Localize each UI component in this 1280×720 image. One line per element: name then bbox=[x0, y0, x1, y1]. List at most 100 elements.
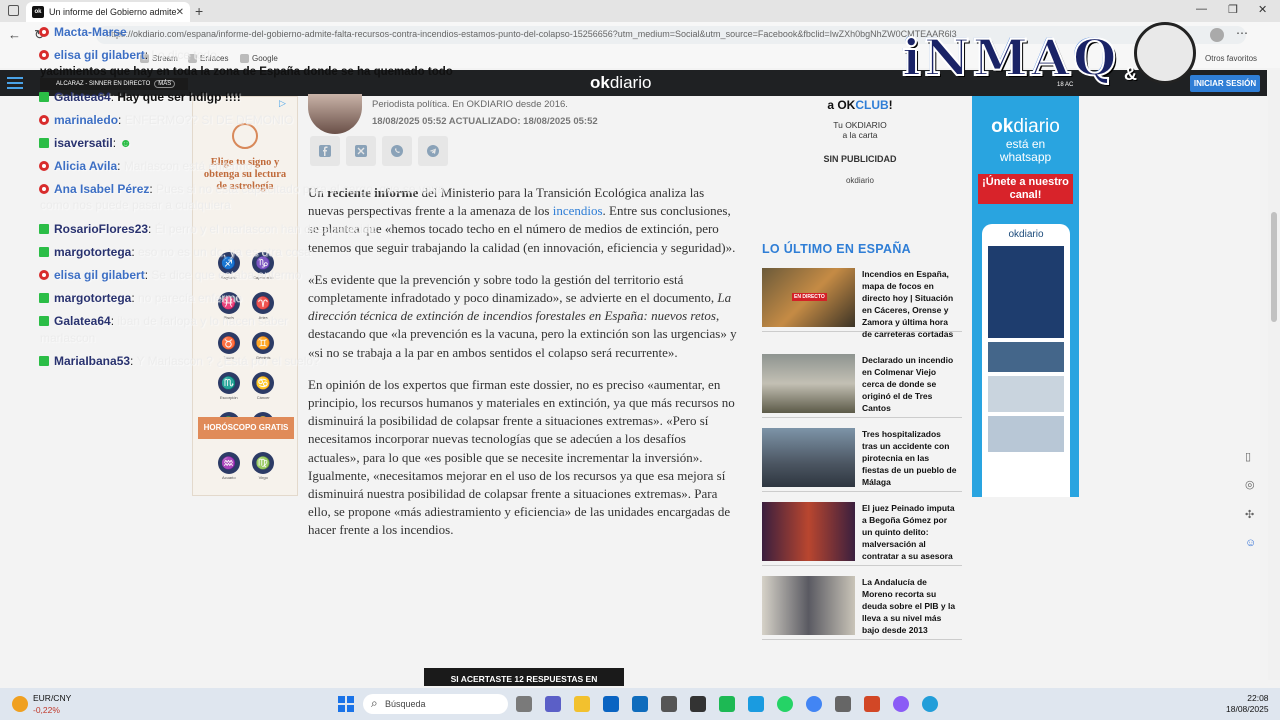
zodiac-sign[interactable]: ♍ Virgo bbox=[248, 452, 278, 492]
app-icon[interactable] bbox=[690, 696, 706, 712]
copilot-icon[interactable]: ◎ bbox=[1245, 478, 1255, 491]
edge-icon[interactable] bbox=[748, 696, 764, 712]
app-icon[interactable] bbox=[893, 696, 909, 712]
youtube-badge-icon bbox=[39, 50, 49, 60]
chat-message: Alicia Avila: Marlascon está enfermo bbox=[39, 159, 253, 173]
phone-image bbox=[988, 376, 1064, 412]
mail-icon[interactable] bbox=[603, 696, 619, 712]
news-headline[interactable]: Tres hospitalizados tras un accidente co… bbox=[862, 428, 958, 488]
telegram-app-icon[interactable] bbox=[922, 696, 938, 712]
chat-message: elisa gil gilabert: Lo dice todo bbox=[39, 48, 217, 62]
chat-message: RosarioFlores23: Él perro y el marlascon… bbox=[39, 222, 376, 236]
stream-title-bar[interactable]: ALCARAZ - SINNER EN DIRECTO MÁS bbox=[40, 78, 188, 90]
chat-message: margotortega: no parecía enfermo bbox=[39, 291, 242, 305]
okclub-sub2: a la carta bbox=[842, 130, 878, 140]
wa-ad-line3: whatsapp bbox=[999, 150, 1052, 164]
app-icon[interactable] bbox=[719, 696, 735, 712]
task-view-icon[interactable] bbox=[516, 696, 532, 712]
chat-message: marinaledo: ENFERMO?? SI DE DEMONIO bbox=[39, 113, 293, 127]
chrome-icon[interactable] bbox=[806, 696, 822, 712]
news-thumbnail[interactable]: EN DIRECTO bbox=[762, 268, 855, 327]
taskbar-search[interactable]: Búsqueda bbox=[363, 693, 508, 714]
news-item[interactable]: Declarado un incendio en Colmenar Viejo … bbox=[762, 354, 962, 418]
youtube-badge-icon bbox=[39, 115, 49, 125]
virgo-icon: ♍ bbox=[252, 452, 275, 474]
page-scrollbar[interactable] bbox=[1268, 70, 1280, 680]
whatsapp-app-icon[interactable] bbox=[777, 696, 793, 712]
news-thumbnail[interactable] bbox=[762, 576, 855, 635]
free-horoscope-button[interactable]: HORÓSCOPO GRATIS bbox=[198, 417, 294, 439]
site-logo[interactable]: okdiario bbox=[590, 73, 651, 93]
app-icon[interactable] bbox=[835, 696, 851, 712]
quiz-ad-banner[interactable]: SI ACERTASTE 12 RESPUESTAS EN bbox=[424, 668, 624, 686]
news-item[interactable]: El juez Peinado imputa a Begoña Gómez po… bbox=[762, 502, 962, 566]
chat-message: MariaIbana53: Y Marlascon ? ¿Está por el… bbox=[39, 354, 320, 368]
paragraph-3: En opinión de los expertos que firman es… bbox=[308, 376, 735, 538]
channel-logo-overlay: iNMAQ & 18 AC bbox=[901, 22, 1202, 94]
minimize-icon[interactable]: — bbox=[1196, 3, 1207, 15]
news-thumbnail[interactable] bbox=[762, 502, 855, 561]
phone-mockup: okdiario bbox=[982, 224, 1070, 497]
kick-badge-icon bbox=[39, 293, 49, 303]
profile-avatar[interactable] bbox=[1210, 28, 1224, 42]
okclub-promo[interactable]: a OKCLUB! Tu OKDIARIO a la carta SIN PUB… bbox=[780, 96, 940, 196]
chatgpt-icon[interactable] bbox=[661, 696, 677, 712]
phone-image bbox=[988, 342, 1064, 372]
chat-message: Ana Isabel Pérez: Pues si no está capaci… bbox=[39, 182, 444, 196]
more-button[interactable]: MÁS bbox=[154, 80, 176, 88]
scrollbar-thumb[interactable] bbox=[1271, 212, 1277, 322]
assistant-icon[interactable]: ☺ bbox=[1245, 537, 1256, 549]
news-headline[interactable]: La Andalucía de Moreno recorta su deuda … bbox=[862, 576, 958, 636]
no-ads-label: SIN PUBLICIDAD bbox=[823, 154, 897, 164]
kick-badge-icon bbox=[39, 247, 49, 257]
start-button[interactable] bbox=[338, 696, 354, 712]
join-channel-button[interactable]: ¡Únete a nuestro canal! bbox=[978, 174, 1073, 204]
logo-ampersand: & bbox=[1124, 64, 1137, 84]
news-headline[interactable]: El juez Peinado imputa a Begoña Gómez po… bbox=[862, 502, 958, 562]
chat-message-continuation: marlascon bbox=[40, 331, 96, 345]
currency-widget-icon[interactable] bbox=[12, 696, 28, 712]
reading-list-icon[interactable]: ▯ bbox=[1245, 450, 1251, 463]
youtube-badge-icon bbox=[39, 270, 49, 280]
powerpoint-icon[interactable] bbox=[864, 696, 880, 712]
youtube-badge-icon bbox=[39, 161, 49, 171]
file-explorer-icon[interactable] bbox=[574, 696, 590, 712]
news-item[interactable]: Tres hospitalizados tras un accidente co… bbox=[762, 428, 962, 492]
channel-logo-text: iNMAQ bbox=[901, 27, 1120, 88]
outlook-icon[interactable] bbox=[632, 696, 648, 712]
browser-menu-icon[interactable]: ⋯ bbox=[1236, 26, 1248, 40]
whatsapp-channel-ad[interactable]: okdiario está en whatsapp ¡Únete a nuest… bbox=[972, 96, 1079, 497]
chat-message: Galatea64: iban de farlopa y lo hacen sa… bbox=[39, 314, 288, 328]
phone-image bbox=[988, 246, 1064, 338]
system-clock[interactable]: 22:08 18/08/2025 bbox=[1226, 693, 1269, 715]
pinned-message: yacimientos que hay en toda la zona de E… bbox=[40, 66, 453, 78]
maximize-icon[interactable]: ❐ bbox=[1228, 3, 1238, 16]
close-window-icon[interactable]: ✕ bbox=[1258, 3, 1267, 16]
phone-header: okdiario bbox=[1008, 229, 1044, 240]
zodiac-sign[interactable]: ♒ Acuario bbox=[214, 452, 244, 492]
latest-section-title: LO ÚLTIMO EN ESPAÑA bbox=[762, 242, 911, 256]
wa-ad-logo: okdiario bbox=[991, 116, 1060, 137]
news-thumbnail[interactable] bbox=[762, 428, 855, 487]
chat-message: margotortega: eso no es un dc, ya es otr… bbox=[39, 245, 311, 259]
news-thumbnail[interactable] bbox=[762, 354, 855, 413]
incendios-link[interactable]: incendios bbox=[553, 203, 603, 218]
news-item[interactable]: EN DIRECTO Incendios en España, mapa de … bbox=[762, 268, 962, 339]
kick-badge-icon bbox=[39, 316, 49, 326]
kick-badge-icon bbox=[39, 138, 49, 148]
fx-pair[interactable]: EUR/CNY bbox=[33, 693, 71, 703]
other-favorites[interactable]: Otros favoritos bbox=[1205, 54, 1257, 63]
kick-badge-icon bbox=[39, 224, 49, 234]
teams-icon[interactable] bbox=[545, 696, 561, 712]
chat-message: Galatea64: Hay que ser hdlgp !!!! bbox=[39, 90, 241, 104]
emote-icon: ☻ bbox=[119, 136, 133, 150]
okclub-title: a OKCLUB! bbox=[827, 98, 893, 112]
fx-change: -0,22% bbox=[33, 705, 60, 715]
news-headline[interactable]: Incendios en España, mapa de focos en di… bbox=[862, 268, 958, 340]
logo-small-text: 18 AC bbox=[1057, 82, 1074, 88]
chat-message: elisa gil gilabert: Se dice que estaba e… bbox=[39, 268, 301, 282]
news-item[interactable]: La Andalucía de Moreno recorta su deuda … bbox=[762, 576, 962, 640]
extensions-icon[interactable]: ✣ bbox=[1245, 508, 1254, 521]
news-headline[interactable]: Declarado un incendio en Colmenar Viejo … bbox=[862, 354, 958, 414]
taskbar: EUR/CNY -0,22% Búsqueda 22:0818/08/2025 bbox=[0, 688, 1280, 720]
